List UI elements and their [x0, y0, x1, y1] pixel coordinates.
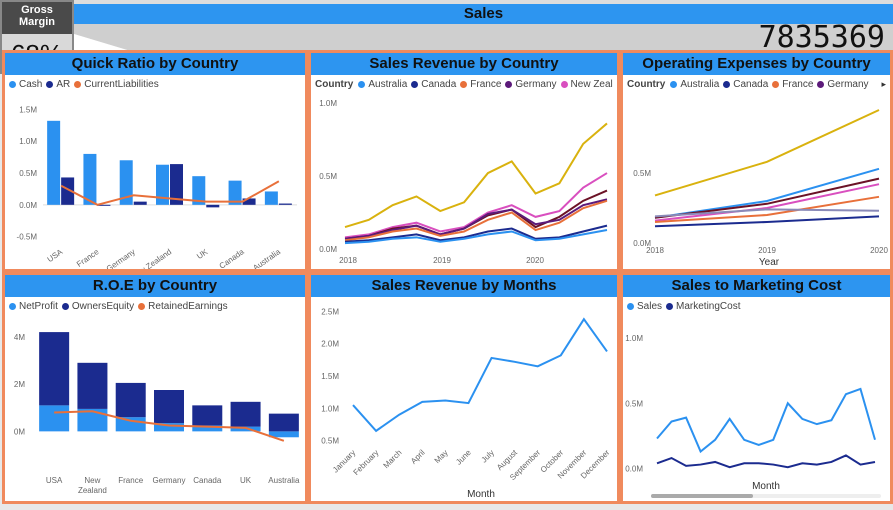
roe-country-chart[interactable]: 4M 2M 0M USA NewZealand France Germany Canada UK… [5, 275, 305, 501]
sales-marketing-chart[interactable]: 1.0M 0.5M 0.0M Month [623, 275, 890, 501]
sales-revenue-country-panel[interactable]: Sales Revenue by Country Country Austral… [308, 50, 620, 272]
x-tick-label: Canada [218, 247, 247, 269]
x-tick-label: UK [240, 476, 252, 485]
bar-net-profit [39, 405, 70, 432]
x-tick-label: 2020 [870, 246, 888, 255]
x-tick-label: UK [195, 247, 210, 261]
y-tick-label: 1.5M [19, 105, 37, 114]
bar-owners-equity [230, 401, 261, 427]
sales-months-chart[interactable]: 2.5M2.0M1.5M1.0M0.5MJanuaryFebruary March… [311, 275, 617, 501]
x-tick-label: Australia [251, 247, 282, 269]
y-tick-label: 2.5M [321, 307, 339, 316]
line-gold [654, 109, 880, 197]
bar-cash [264, 191, 278, 205]
bar-cash [83, 153, 97, 205]
x-tick-label: Australia [268, 476, 300, 485]
x-tick-label: 2020 [526, 256, 544, 265]
y-tick-label: 2M [14, 380, 25, 389]
x-tick-label: Canada [193, 476, 222, 485]
x-tick-label: 2018 [339, 256, 357, 265]
x-axis-title: Month [752, 481, 780, 492]
y-tick-label: 1.5M [321, 372, 339, 381]
opex-country-panel[interactable]: Operating Expenses by Country Country Au… [620, 50, 893, 272]
y-tick-label: 0.5M [633, 169, 651, 178]
x-tick-label: May [433, 448, 450, 465]
y-tick-label: 0M [14, 427, 25, 436]
y-tick-label: 1.0M [19, 137, 37, 146]
quick-ratio-chart[interactable]: 1.5M 1.0M 0.5M 0.0M -0.5M USA France GermanyNew… [5, 53, 305, 269]
quick-ratio-panel[interactable]: Quick Ratio by Country Cash AR CurrentLi… [2, 50, 308, 272]
x-tick-label: France [118, 476, 143, 485]
x-tick-label: March [382, 448, 404, 470]
y-tick-label: 0.5M [319, 172, 337, 181]
h-scrollbar-thumb [651, 494, 753, 498]
x-tick-label: New Zealand [129, 247, 173, 269]
y-tick-label: 0.5M [19, 169, 37, 178]
line-canada [654, 215, 880, 228]
y-tick-label: 1.0M [319, 99, 337, 108]
y-tick-label: 0.0M [625, 464, 643, 473]
sales-marketing-panel[interactable]: Sales to Marketing Cost Sales MarketingC… [620, 272, 893, 504]
x-tick-label: February [352, 448, 381, 477]
x-tick-label: April [409, 448, 427, 466]
line-sales [352, 317, 608, 433]
sales-revenue-country-chart[interactable]: 1.0M 0.5M 0.0M2018 2019 2020 [311, 53, 617, 269]
bar-ar [206, 204, 220, 208]
x-tick-label: Germany [153, 476, 186, 485]
y-tick-label: 2.0M [321, 340, 339, 349]
x-tick-label: France [75, 247, 101, 269]
bar-net-profit [115, 417, 146, 432]
line-pink [344, 172, 608, 239]
x-tick-label: New [84, 476, 100, 485]
x-axis-title: Month [467, 489, 495, 500]
x-tick-label: Germany [105, 247, 137, 269]
y-tick-label: 0.0M [319, 245, 337, 254]
gross-margin-label: Gross Margin [2, 2, 72, 34]
bar-ar [133, 201, 147, 205]
bar-owners-equity [268, 413, 299, 432]
y-tick-label: 0.5M [625, 399, 643, 408]
line-sales [656, 387, 876, 454]
bar-owners-equity [77, 362, 108, 409]
y-tick-label: 4M [14, 333, 25, 342]
bar-ar [278, 203, 292, 205]
bar-owners-equity [192, 405, 223, 426]
x-tick-label: July [480, 448, 496, 464]
x-tick-label: 2019 [758, 246, 776, 255]
y-tick-label: 0.0M [19, 201, 37, 210]
bar-owners-equity [115, 382, 146, 418]
y-tick-label: 1.0M [321, 404, 339, 413]
roe-country-panel[interactable]: R.O.E by Country NetProfit OwnersEquity … [2, 272, 308, 504]
bar-owners-equity [154, 390, 184, 424]
bar-owners-equity [39, 332, 70, 406]
x-tick-label: 2019 [433, 256, 451, 265]
x-tick-label: USA [46, 476, 63, 485]
x-tick-label: June [454, 448, 473, 467]
y-tick-label: -0.5M [17, 233, 38, 242]
y-tick-label: 0.5M [321, 437, 339, 446]
sales-months-panel[interactable]: Sales Revenue by Months 2.5M 2.0M 1.5M 1.0M… [308, 272, 620, 504]
x-tick-label: USA [46, 247, 65, 264]
x-tick-label: 2018 [646, 246, 664, 255]
y-tick-label: 1.0M [625, 334, 643, 343]
x-axis-title: Year [759, 257, 780, 268]
bar-cash [47, 120, 61, 205]
line-marketingcost [656, 454, 876, 469]
x-tick-label: Zealand [78, 486, 107, 495]
opex-country-chart[interactable]: 0.5M0.0M2018 2019 2020Year [623, 53, 890, 269]
